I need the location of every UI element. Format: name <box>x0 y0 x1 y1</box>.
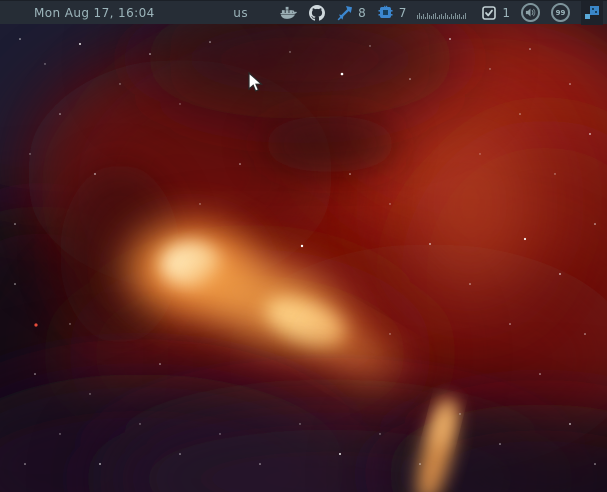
desktop-wallpaper <box>0 24 607 492</box>
activity-graph[interactable] <box>417 7 469 19</box>
docker-icon[interactable] <box>280 4 298 21</box>
bug-icon <box>377 4 394 21</box>
blue-squares-icon[interactable] <box>585 5 599 20</box>
volume-control[interactable] <box>521 3 540 22</box>
battery-indicator[interactable]: 99 <box>551 3 570 22</box>
tray-section <box>581 0 603 25</box>
battery-percent: 99 <box>555 8 566 17</box>
clock[interactable]: Mon Aug 17, 16:04 <box>34 6 155 20</box>
arrows-badge[interactable]: 8 <box>336 4 366 21</box>
github-icon[interactable] <box>308 4 325 21</box>
mouse-cursor <box>248 71 266 98</box>
top-panel: Mon Aug 17, 16:04 us 8 7 1 99 <box>0 0 607 25</box>
desktop: Mon Aug 17, 16:04 us 8 7 1 99 <box>0 0 607 492</box>
todo-count: 1 <box>502 5 510 20</box>
arrows-icon <box>336 4 353 21</box>
keyboard-layout-indicator[interactable]: us <box>233 6 248 20</box>
bug-count: 7 <box>398 5 407 20</box>
arrows-count: 8 <box>358 5 366 20</box>
nebula-art <box>0 24 607 492</box>
panel-widgets: us 8 7 1 99 <box>233 0 607 25</box>
todo-counter[interactable]: 1 <box>480 4 510 21</box>
checkbox-icon <box>480 4 497 21</box>
bug-badge[interactable]: 7 <box>377 4 407 21</box>
speaker-icon <box>525 8 536 17</box>
